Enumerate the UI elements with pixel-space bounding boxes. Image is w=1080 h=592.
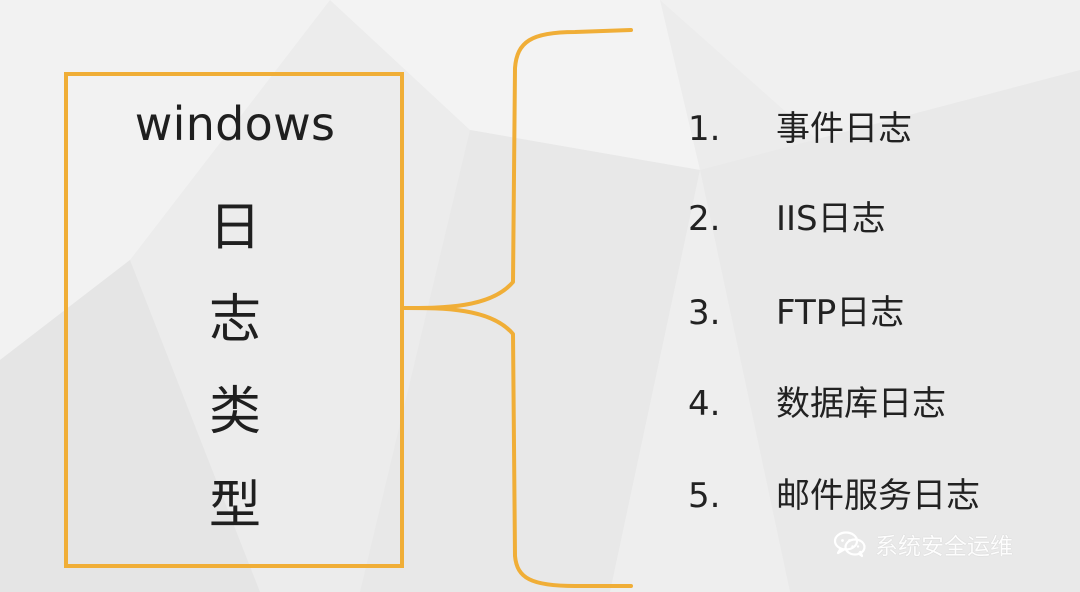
watermark-text: 系统安全运维 [875, 534, 1013, 560]
list-number-4: 4. [688, 384, 721, 424]
left-char-4: 型 [208, 476, 261, 536]
list-text-4: 数据库日志 [776, 384, 946, 424]
list-number-5: 5. [688, 476, 721, 516]
list-text-1: 事件日志 [776, 109, 912, 149]
category-brace [403, 28, 633, 588]
left-char-3: 类 [208, 382, 261, 442]
left-char-1: 日 [208, 198, 261, 258]
wechat-watermark: 系统安全运维 [833, 522, 1013, 566]
left-char-2: 志 [208, 290, 261, 350]
list-number-3: 3. [688, 293, 721, 333]
wechat-icon [833, 530, 867, 558]
list-text-3: FTP日志 [776, 293, 905, 333]
list-number-1: 1. [688, 109, 721, 149]
list-text-2: IIS日志 [776, 199, 886, 239]
list-text-5: 邮件服务日志 [776, 476, 980, 516]
left-title: windows [134, 97, 336, 151]
list-number-2: 2. [688, 199, 721, 239]
